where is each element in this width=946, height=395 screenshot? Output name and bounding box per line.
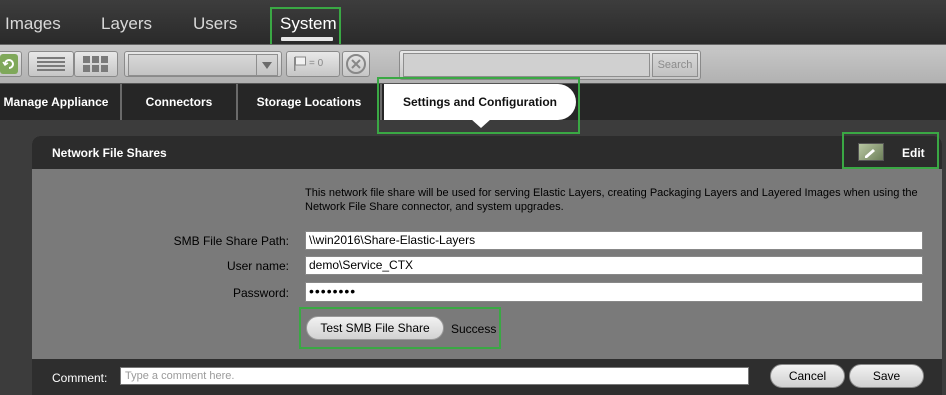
clear-filter-button[interactable] <box>342 51 370 77</box>
top-nav: Images Layers Users System <box>0 0 946 44</box>
panel-header: Network File Shares Edit <box>32 136 942 169</box>
edit-button[interactable]: Edit <box>854 140 936 166</box>
network-file-shares-panel: Network File Shares Edit This network fi… <box>32 136 942 395</box>
list-view-icon <box>37 57 65 71</box>
nav-tab-users[interactable]: Users <box>193 14 237 34</box>
refresh-button[interactable] <box>0 51 22 77</box>
active-tab-indicator <box>281 37 333 41</box>
tab-settings-and-configuration[interactable]: Settings and Configuration <box>384 84 576 120</box>
edit-label: Edit <box>902 146 925 160</box>
test-smb-share-button[interactable]: Test SMB File Share <box>306 316 444 340</box>
flag-filter-button[interactable]: = 0 <box>286 51 340 77</box>
filter-dropdown[interactable] <box>128 54 278 76</box>
grid-view-button[interactable] <box>74 51 118 77</box>
toolbar: = 0 Search <box>0 44 946 84</box>
tab-connectors[interactable]: Connectors <box>122 84 238 120</box>
tab-storage-locations[interactable]: Storage Locations <box>238 84 382 120</box>
panel-title: Network File Shares <box>52 146 167 160</box>
password-field[interactable]: •••••••• <box>305 282 923 302</box>
flag-icon <box>294 56 306 71</box>
comment-input[interactable] <box>120 367 749 385</box>
smb-path-field[interactable]: \\win2016\Share-Elastic-Layers <box>305 231 923 250</box>
panel-footer: Comment: Cancel Save <box>32 359 942 395</box>
active-subtab-pointer <box>471 119 491 128</box>
sub-tabs: Manage Appliance Connectors Storage Loca… <box>0 84 946 120</box>
nav-tab-system[interactable]: System <box>280 14 337 34</box>
save-button[interactable]: Save <box>849 364 924 388</box>
test-status: Success <box>451 322 497 336</box>
comment-label: Comment: <box>52 371 108 385</box>
clear-icon <box>346 54 366 74</box>
list-view-button[interactable] <box>28 51 74 77</box>
nav-tab-layers[interactable]: Layers <box>101 14 152 34</box>
search-input[interactable] <box>403 53 650 77</box>
nav-tab-images[interactable]: Images <box>5 14 61 34</box>
username-field[interactable]: demo\Service_CTX <box>305 256 923 275</box>
smb-path-label: SMB File Share Path: <box>173 234 289 248</box>
flag-count: = 0 <box>309 58 324 69</box>
cancel-button[interactable]: Cancel <box>770 364 845 388</box>
username-label: User name: <box>226 259 289 273</box>
password-label: Password: <box>232 286 289 300</box>
description-text: This network file share will be used for… <box>305 187 918 213</box>
refresh-icon <box>0 54 18 74</box>
search-button[interactable]: Search <box>652 53 698 77</box>
tab-manage-appliance[interactable]: Manage Appliance <box>0 84 122 120</box>
chevron-down-icon <box>256 55 277 75</box>
grid-view-icon <box>83 56 108 72</box>
edit-icon <box>858 143 884 161</box>
